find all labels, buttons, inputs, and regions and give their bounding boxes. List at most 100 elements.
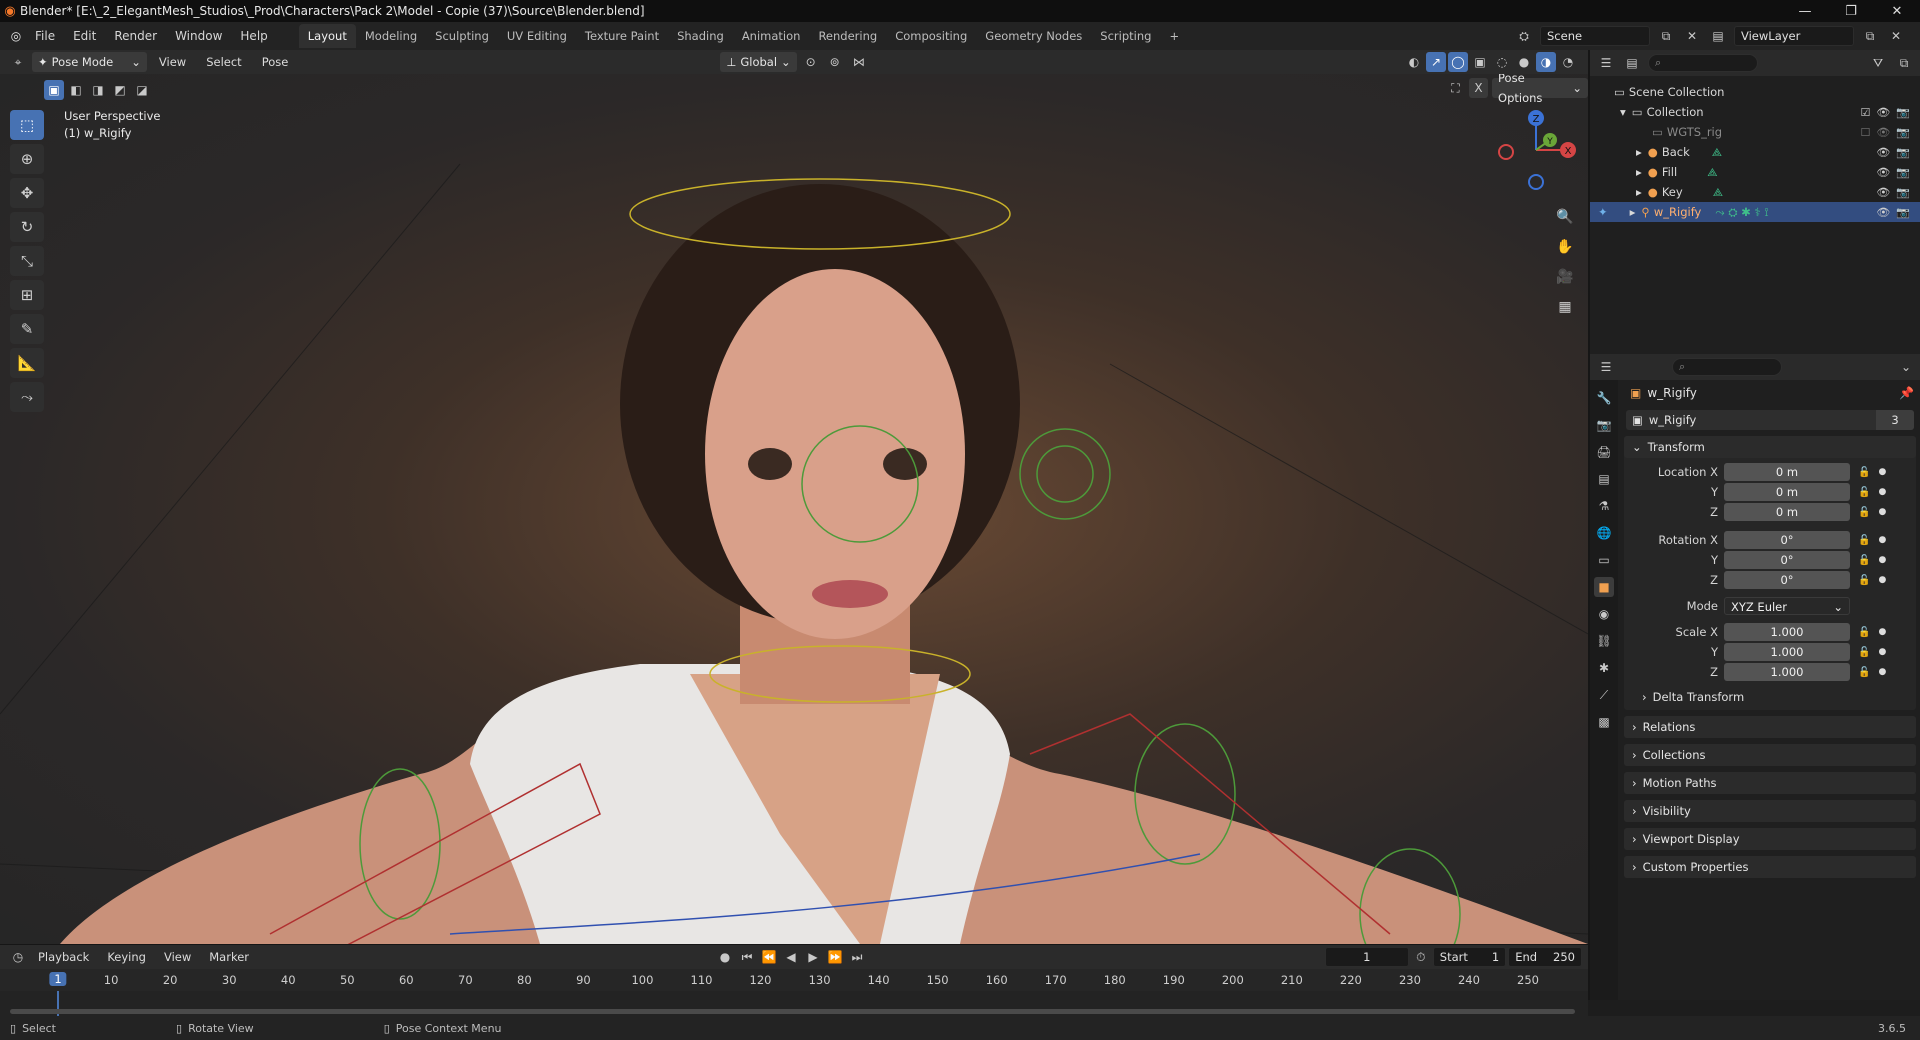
proportional-icon[interactable]: ⋈ bbox=[849, 52, 869, 72]
tab-layout[interactable]: Layout bbox=[298, 24, 356, 48]
material-shading-icon[interactable]: ◑ bbox=[1536, 52, 1556, 72]
lock-icon[interactable]: 🔓 bbox=[1858, 487, 1870, 498]
scene-field[interactable]: Scene bbox=[1540, 26, 1650, 46]
lock-icon[interactable]: 🔓 bbox=[1858, 507, 1870, 518]
orientation-dropdown[interactable]: ⊥ Global ⌄ bbox=[720, 52, 797, 72]
current-frame-field[interactable]: 1 bbox=[1324, 947, 1409, 967]
overlay-icon[interactable]: ◯ bbox=[1448, 52, 1468, 72]
mode-dropdown[interactable]: ✦ Pose Mode ⌄ bbox=[32, 52, 147, 72]
tool-tab-icon[interactable]: 🔧 bbox=[1594, 388, 1614, 408]
3d-viewport[interactable]: User Perspective (1) w_Rigify ⛶ X Pose O… bbox=[0, 74, 1588, 944]
delta-transform-subpanel[interactable]: › Delta Transform bbox=[1624, 686, 1916, 708]
world-tab-icon[interactable]: 🌐 bbox=[1594, 523, 1614, 543]
play-icon[interactable]: ▶ bbox=[803, 947, 823, 967]
menu-playback[interactable]: Playback bbox=[30, 950, 97, 964]
visibility-header[interactable]: › Visibility bbox=[1624, 800, 1916, 822]
keyframe-dot-icon[interactable]: ● bbox=[1878, 647, 1886, 657]
outliner-row-w-rigify[interactable]: ✦ ▸ ⚲ w_Rigify ⤳ ⛭ ✱ ⚕ ⟟ 👁 📷 bbox=[1590, 202, 1920, 222]
lock-icon[interactable]: 🔓 bbox=[1858, 555, 1870, 566]
blender-menu-icon[interactable]: ◎ bbox=[6, 26, 26, 46]
eye-icon[interactable]: 👁 bbox=[1876, 126, 1890, 139]
transform-tool-icon[interactable]: ⊞ bbox=[10, 280, 44, 310]
play-reverse-icon[interactable]: ◀ bbox=[781, 947, 801, 967]
lock-icon[interactable]: 🔓 bbox=[1858, 647, 1870, 658]
view-layer-icon[interactable]: ▤ bbox=[1708, 26, 1728, 46]
chevron-down-icon[interactable]: ⌄ bbox=[1896, 357, 1916, 377]
properties-search-input[interactable]: ⌕ bbox=[1672, 358, 1782, 376]
properties-editor-icon[interactable]: ☰ bbox=[1596, 357, 1616, 377]
lock-icon[interactable]: 🔓 bbox=[1858, 627, 1870, 638]
mirror-x-icon[interactable]: X bbox=[1469, 78, 1489, 98]
new-view-layer-icon[interactable]: ⧉ bbox=[1860, 26, 1880, 46]
menu-window[interactable]: Window bbox=[166, 29, 231, 43]
camera-icon[interactable]: 📷 bbox=[1896, 186, 1910, 199]
texture-tab-icon[interactable]: ▩ bbox=[1594, 712, 1614, 732]
armature-data-tab-icon[interactable]: ✱ bbox=[1594, 658, 1614, 678]
select-subtract-icon[interactable]: ◨ bbox=[88, 80, 108, 100]
menu-render[interactable]: Render bbox=[105, 29, 166, 43]
scale-z-field[interactable]: 1.000 bbox=[1724, 663, 1850, 681]
pin-icon[interactable]: 📌 bbox=[1899, 386, 1920, 400]
menu-marker[interactable]: Marker bbox=[201, 950, 257, 964]
eye-icon[interactable]: 👁 bbox=[1876, 206, 1890, 219]
add-workspace-button[interactable]: + bbox=[1160, 24, 1188, 48]
output-tab-icon[interactable]: 🖨 bbox=[1594, 442, 1614, 462]
lock-icon[interactable]: 🔓 bbox=[1858, 535, 1870, 546]
physics-tab-icon[interactable]: ◉ bbox=[1594, 604, 1614, 624]
minimize-button[interactable]: — bbox=[1782, 4, 1828, 19]
zoom-icon[interactable]: 🔍 bbox=[1552, 204, 1578, 230]
pan-hand-icon[interactable]: ✋ bbox=[1552, 234, 1578, 260]
location-x-field[interactable]: 0 m bbox=[1724, 463, 1850, 481]
transform-panel-header[interactable]: ⌄ Transform bbox=[1624, 436, 1916, 458]
auto-key-icon[interactable]: ● bbox=[715, 947, 735, 967]
new-scene-icon[interactable]: ⧉ bbox=[1656, 26, 1676, 46]
select-difference-icon[interactable]: ◩ bbox=[110, 80, 130, 100]
lock-icon[interactable]: 🔓 bbox=[1858, 667, 1870, 678]
keyframe-dot-icon[interactable]: ● bbox=[1878, 667, 1886, 677]
menu-view[interactable]: View bbox=[156, 950, 199, 964]
jump-keyframe-back-icon[interactable]: ⏪ bbox=[759, 947, 779, 967]
relations-panel[interactable]: › Relations bbox=[1624, 716, 1916, 738]
menu-pose[interactable]: Pose bbox=[254, 55, 297, 69]
viewport-display-panel[interactable]: › Viewport Display bbox=[1624, 828, 1916, 850]
eye-icon[interactable]: 👁 bbox=[1876, 186, 1890, 199]
transform-affect-icon[interactable]: ⛶ bbox=[1446, 78, 1465, 98]
cursor-tool-icon[interactable]: ⊕ bbox=[10, 144, 44, 174]
collections-panel[interactable]: › Collections bbox=[1624, 744, 1916, 766]
select-new-icon[interactable]: ▣ bbox=[44, 80, 64, 100]
outliner-search-input[interactable]: ⌕ bbox=[1648, 54, 1758, 72]
menu-help[interactable]: Help bbox=[231, 29, 276, 43]
camera-view-icon[interactable]: 🎥 bbox=[1552, 264, 1578, 290]
jump-end-icon[interactable]: ⏭ bbox=[847, 947, 867, 967]
viewport-display-header[interactable]: › Viewport Display bbox=[1624, 828, 1916, 850]
ortho-grid-icon[interactable]: ▦ bbox=[1552, 294, 1578, 320]
tab-compositing[interactable]: Compositing bbox=[886, 24, 976, 48]
timeline-editor-icon[interactable]: ◷ bbox=[8, 947, 28, 967]
maximize-button[interactable]: ❐ bbox=[1828, 4, 1874, 19]
tab-sculpting[interactable]: Sculpting bbox=[426, 24, 498, 48]
rendered-shading-icon[interactable]: ◔ bbox=[1558, 52, 1578, 72]
scene-icon[interactable]: ⛭ bbox=[1514, 26, 1534, 46]
timeline-scrollbar[interactable] bbox=[10, 1009, 1575, 1014]
keyframe-dot-icon[interactable]: ● bbox=[1878, 555, 1886, 565]
checkbox-icon[interactable]: ☐ bbox=[1860, 126, 1870, 139]
end-frame-field[interactable]: End 250 bbox=[1508, 947, 1582, 967]
outliner-row-scene-collection[interactable]: ▭ Scene Collection bbox=[1590, 82, 1920, 102]
menu-edit[interactable]: Edit bbox=[64, 29, 105, 43]
menu-keying[interactable]: Keying bbox=[99, 950, 154, 964]
rotation-y-field[interactable]: 0° bbox=[1724, 551, 1850, 569]
menu-file[interactable]: File bbox=[26, 29, 64, 43]
outliner-row-wgts[interactable]: ▭ WGTS_rig ☐ 👁 📷 bbox=[1590, 122, 1920, 142]
select-box-tool-icon[interactable]: ⬚ bbox=[10, 110, 44, 140]
view-layer-tab-icon[interactable]: ▤ bbox=[1594, 469, 1614, 489]
scale-y-field[interactable]: 1.000 bbox=[1724, 643, 1850, 661]
camera-icon[interactable]: 📷 bbox=[1896, 166, 1910, 179]
tab-animation[interactable]: Animation bbox=[733, 24, 810, 48]
gizmo-neg-x[interactable] bbox=[1498, 144, 1514, 160]
outliner-editor-icon[interactable]: ☰ bbox=[1596, 53, 1616, 73]
navigation-gizmo[interactable]: Z X Y bbox=[1494, 108, 1578, 192]
outliner-row-collection[interactable]: ▾ ▭ Collection ☑ 👁 📷 bbox=[1590, 102, 1920, 122]
preview-range-icon[interactable]: ⏱ bbox=[1411, 947, 1431, 967]
collections-header[interactable]: › Collections bbox=[1624, 744, 1916, 766]
outliner-row-back[interactable]: ▸ ● Back ⟁ 👁 📷 bbox=[1590, 142, 1920, 162]
